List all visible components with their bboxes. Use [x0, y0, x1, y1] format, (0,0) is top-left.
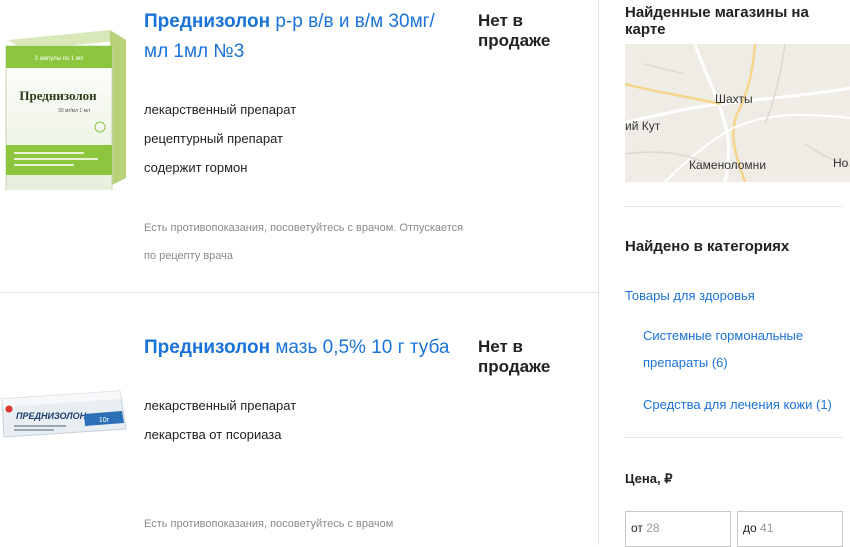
category-link-health-goods[interactable]: Товары для здоровья — [625, 282, 755, 309]
product-properties: лекарственный препарат рецептурный препа… — [144, 95, 296, 182]
price-from-placeholder: 28 — [646, 521, 660, 535]
product-title-name: Преднизолон — [144, 337, 271, 358]
map-label-left: ий Кут — [625, 119, 661, 133]
price-to-prefix: до — [743, 521, 757, 535]
sidebar: Найденные магазины на карте Шахты ий Кут… — [598, 0, 850, 547]
product-image-ampoules[interactable]: 3 ампулы по 1 мл Преднизолон 30 мг/мл 1 … — [0, 10, 128, 190]
stores-map[interactable]: Шахты ий Кут Каменоломни Но — [625, 44, 850, 182]
property-item: содержит гормон — [144, 160, 248, 175]
product-card: ПРЕДНИЗОЛОН 10г Преднизолон мазь 0,5% 10… — [0, 293, 600, 545]
product-title-link[interactable]: Преднизолон мазь 0,5% 10 г туба — [144, 333, 454, 363]
category-label-line1: Системные гормональные — [643, 328, 804, 343]
price-heading: Цена, ₽ — [625, 471, 673, 486]
product-title-name: Преднизолон — [144, 11, 271, 32]
sidebar-divider — [625, 437, 843, 438]
product-title-rest: мазь 0,5% 10 г туба — [270, 337, 450, 358]
category-link-hormonal[interactable]: Системные гормональные препараты (6) — [643, 322, 803, 376]
availability-status: Нет в продаже — [478, 337, 551, 376]
map-label-city: Шахты — [715, 92, 753, 106]
property-item: лекарственный препарат — [144, 102, 297, 117]
property-item: лекарства от псориаза — [144, 427, 282, 442]
property-item: лекарственный препарат — [144, 398, 297, 413]
contraindication-warning: Есть противопоказания, посоветуйтесь с в… — [144, 222, 464, 262]
thumb-dose: 30 мг/мл 1 мл — [58, 108, 90, 114]
product-list: 3 ампулы по 1 мл Преднизолон 30 мг/мл 1 … — [0, 0, 600, 545]
thumb-brand: ПРЕДНИЗОЛОН — [16, 411, 87, 421]
property-item: рецептурный препарат — [144, 131, 284, 146]
category-label-line2: препараты (6) — [643, 355, 728, 370]
contraindication-warning: Есть противопоказания, посоветуйтесь с в… — [144, 518, 394, 530]
availability-status: Нет в продаже — [478, 11, 551, 50]
map-label-bottom: Каменоломни — [689, 158, 767, 172]
product-card: 3 ампулы по 1 мл Преднизолон 30 мг/мл 1 … — [0, 0, 600, 292]
thumb-top-text: 3 ампулы по 1 мл — [35, 56, 84, 62]
categories-heading: Найдено в категориях — [625, 238, 790, 255]
price-from-input[interactable]: от 28 — [625, 511, 731, 547]
price-to-input[interactable]: до 41 — [737, 511, 843, 547]
price-to-placeholder: 41 — [760, 521, 774, 535]
product-title-link[interactable]: Преднизолон р-р в/в и в/м 30мг/мл 1мл №3 — [144, 7, 454, 67]
thumb-brand: Преднизолон — [19, 88, 97, 103]
map-heading: Найденные магазины на карте — [625, 4, 809, 38]
thumb-dose: 10г — [99, 417, 110, 424]
sidebar-divider — [625, 206, 843, 207]
product-properties: лекарственный препарат лекарства от псор… — [144, 391, 296, 449]
category-link-skin[interactable]: Средства для лечения кожи (1) — [643, 391, 832, 418]
product-image-tube[interactable]: ПРЕДНИЗОЛОН 10г — [0, 383, 128, 443]
price-from-prefix: от — [631, 521, 643, 535]
map-label-right: Но — [833, 156, 849, 170]
